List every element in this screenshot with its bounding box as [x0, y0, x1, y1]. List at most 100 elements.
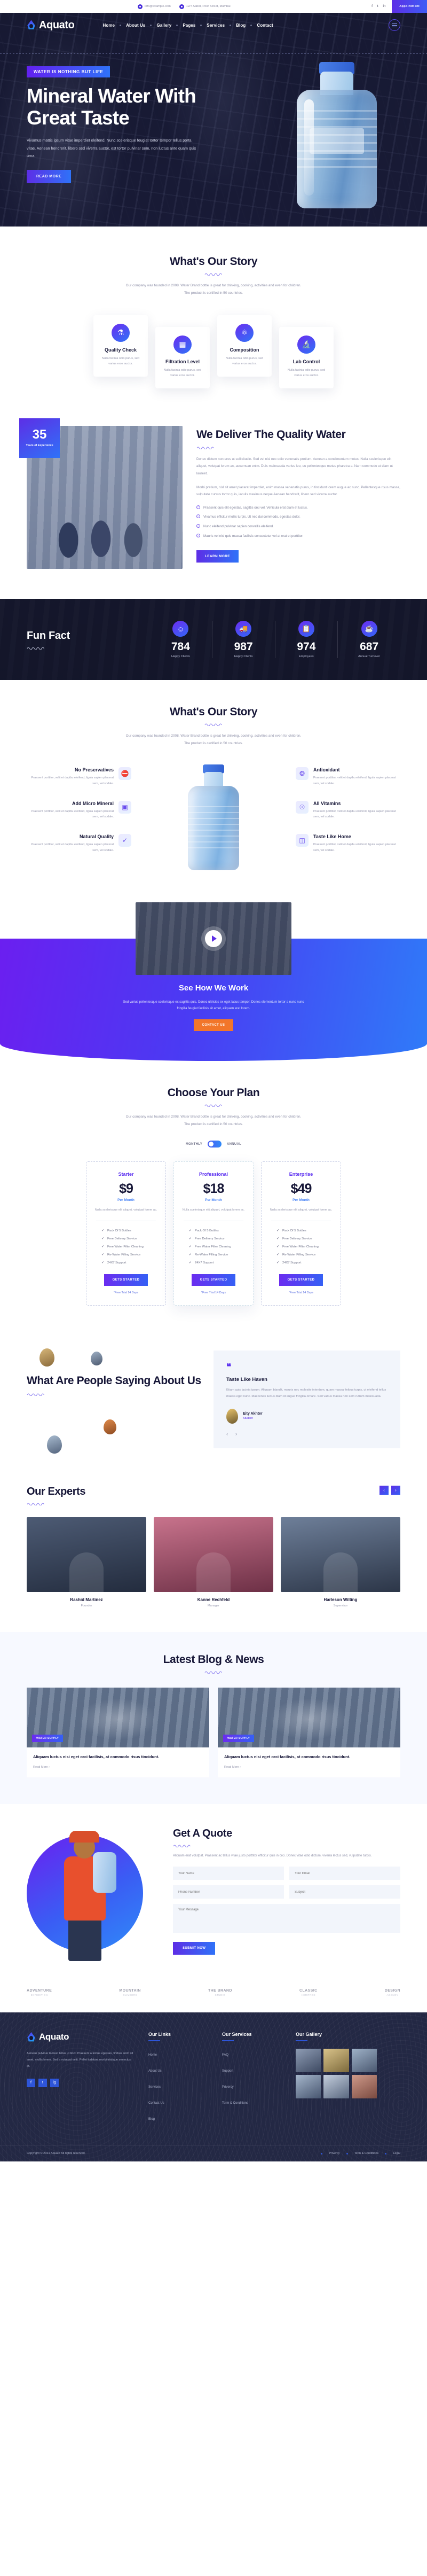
story-card-composition[interactable]: ⚛ Composition Nulla facinia odio purus, …: [217, 315, 272, 377]
linkedin-icon[interactable]: in: [383, 5, 386, 8]
nav-item-services[interactable]: Services: [202, 23, 230, 28]
prev-arrow-icon[interactable]: ‹: [226, 1431, 228, 1437]
feature-title: Add Micro Mineral: [72, 800, 114, 806]
facebook-icon[interactable]: f: [371, 5, 373, 8]
gallery-thumbnail[interactable]: [296, 2049, 321, 2073]
testimonials-section: What Are People Saying About Us ❝ Taste …: [0, 1332, 427, 1469]
twitter-icon[interactable]: t: [377, 5, 378, 8]
billing-toggle-switch[interactable]: [208, 1141, 222, 1148]
footer-link-about[interactable]: About Us: [148, 2070, 162, 2073]
toggle-annual-label[interactable]: ANNUAL: [227, 1143, 241, 1146]
nav-item-about[interactable]: About Us: [121, 23, 150, 28]
facebook-icon[interactable]: f: [27, 2078, 35, 2087]
check-icon: ✓: [276, 1261, 280, 1265]
quote-phone-input[interactable]: [173, 1885, 284, 1899]
check-icon: ✓: [276, 1245, 280, 1249]
blog-read-more[interactable]: Read More ›: [33, 1766, 203, 1769]
menu-toggle-icon[interactable]: [389, 19, 400, 31]
blog-card[interactable]: WATER SUPPLY Aliquam luctus nisi eget or…: [218, 1687, 400, 1778]
footer-link-home[interactable]: Home: [148, 2054, 157, 2057]
vitamin-icon: ☉: [296, 800, 309, 814]
squiggle-divider-icon: [173, 1844, 191, 1848]
footer-link-terms[interactable]: Term & Conditions: [222, 2102, 248, 2105]
expert-card[interactable]: Harleson Wilting Supervisor: [281, 1517, 400, 1607]
list-item: ✓ Free Water Filter Cleaning: [101, 1245, 158, 1249]
list-item: ✓ Vivamus efficitur mollis turpis. Ut nec…: [196, 514, 400, 520]
next-arrow-icon[interactable]: ›: [391, 1485, 400, 1495]
prev-arrow-icon[interactable]: ‹: [379, 1485, 389, 1495]
footer-legal-legal[interactable]: Legal: [393, 2152, 400, 2155]
quote-email-input[interactable]: [289, 1867, 400, 1880]
cta-contact-button[interactable]: CONTACT US: [193, 1019, 234, 1031]
blog-card[interactable]: WATER SUPPLY Aliquam luctus nisi eget or…: [27, 1687, 209, 1778]
experts-section: Our Experts ‹ › Rashid Martinez Founder: [0, 1470, 427, 1632]
story-card-quality-check[interactable]: ⚗ Quality Check Nulla facinia odio purus…: [93, 315, 148, 377]
list-item: Blog: [148, 2113, 207, 2122]
instagram-icon[interactable]: ig: [50, 2078, 59, 2087]
stat-label: Employees: [299, 655, 314, 659]
appointment-button[interactable]: Appointment: [392, 0, 427, 13]
footer-link-services[interactable]: Services: [148, 2086, 161, 2089]
blog-read-more[interactable]: Read More ›: [224, 1766, 394, 1769]
location-pin-icon: [179, 4, 184, 9]
footer-legal-terms[interactable]: Term & Conditions: [354, 2152, 379, 2155]
next-arrow-icon[interactable]: ›: [235, 1431, 237, 1437]
expert-card[interactable]: Rashid Martinez Founder: [27, 1517, 146, 1607]
learn-more-button[interactable]: LEARN MORE: [196, 550, 239, 563]
footer-logo[interactable]: Aquato: [27, 2032, 133, 2042]
gallery-thumbnail[interactable]: [351, 2075, 377, 2099]
story-card-lab-control[interactable]: 🔬 Lab Control Nulla facinia odio purus, …: [279, 326, 334, 389]
top-bar-address[interactable]: 12/7 Aabot, Poor Street, Mumbai: [179, 4, 231, 9]
nav-item-pages[interactable]: Pages: [178, 23, 200, 28]
water-drop-icon: [27, 20, 35, 29]
expert-card[interactable]: Kanne Rechfeld Manager: [154, 1517, 273, 1607]
hero-read-more-button[interactable]: READ MORE: [27, 170, 72, 184]
plan-get-started-button[interactable]: GETS STARTED: [279, 1274, 323, 1286]
blog-image: WATER SUPPLY: [27, 1687, 209, 1747]
plan-feature-text: Free Delivery Service: [282, 1237, 312, 1240]
brand-name: CLASSIC: [299, 1989, 318, 1993]
fun-fact-heading: Fun Fact: [27, 630, 149, 650]
feature-natural-quality: ✓ Natural Quality Praesent porttitor, ve…: [27, 834, 131, 853]
brand-logo[interactable]: Aquato: [27, 19, 75, 32]
footer-link-blog[interactable]: Blog: [148, 2118, 155, 2121]
story-card-filtration-level[interactable]: ▦ Filtration Level Nulla facinia odio pu…: [155, 326, 210, 389]
nav-item-contact[interactable]: Contact: [252, 23, 278, 28]
footer-services-title: Our Services: [222, 2032, 281, 2042]
brand-subtitle: CLIMBERS: [123, 1994, 137, 1997]
quote-submit-button[interactable]: SUBMIT NOW: [173, 1942, 216, 1955]
video-thumbnail[interactable]: [136, 902, 291, 975]
footer-gallery-title: Our Gallery: [296, 2032, 400, 2042]
footer-link-faq[interactable]: FAQ: [222, 2054, 228, 2057]
quote-message-textarea[interactable]: [173, 1904, 400, 1933]
nav-item-blog[interactable]: Blog: [231, 23, 250, 28]
author-name: Eity Akhter: [243, 1412, 263, 1416]
play-button[interactable]: [205, 930, 222, 947]
footer-link-privacy[interactable]: Privercy: [222, 2086, 234, 2089]
footer-link-support[interactable]: Support: [222, 2070, 233, 2073]
gallery-thumbnail[interactable]: [323, 2075, 349, 2099]
quote-name-input[interactable]: [173, 1867, 284, 1880]
stat-number: 974: [297, 641, 316, 653]
twitter-icon[interactable]: t: [38, 2078, 47, 2087]
feature-title: No Preservatives: [74, 767, 114, 773]
plan-get-started-button[interactable]: GETS STARTED: [104, 1274, 148, 1286]
nav-item-home[interactable]: Home: [98, 23, 120, 28]
footer-legal-privacy[interactable]: Privercy: [329, 2152, 339, 2155]
top-bar-email[interactable]: info@example.com: [138, 4, 171, 9]
footer-link-contact[interactable]: Contact Us: [148, 2102, 164, 2105]
footer-gallery-column: Our Gallery: [296, 2032, 400, 2129]
gallery-thumbnail[interactable]: [323, 2049, 349, 2073]
list-item: ✓ Nunc eleifend pulvinar sapien convallis…: [196, 524, 400, 530]
nav-item-gallery[interactable]: Gallery: [152, 23, 176, 28]
plan-get-started-button[interactable]: GETS STARTED: [191, 1274, 236, 1286]
plan-name: Starter: [118, 1172, 134, 1177]
expert-photo: [154, 1517, 273, 1592]
quote-subject-input[interactable]: [289, 1885, 400, 1899]
gallery-thumbnail[interactable]: [296, 2075, 321, 2099]
check-icon: ✓: [189, 1237, 192, 1241]
fun-fact-section: Fun Fact ☺ 784 Happy Clients 🚚 987 Happy…: [0, 599, 427, 681]
gallery-thumbnail[interactable]: [351, 2049, 377, 2073]
toggle-monthly-label[interactable]: MONTHLY: [186, 1143, 202, 1146]
plan-trial-note: *Free Trial 14 Days: [201, 1291, 226, 1295]
